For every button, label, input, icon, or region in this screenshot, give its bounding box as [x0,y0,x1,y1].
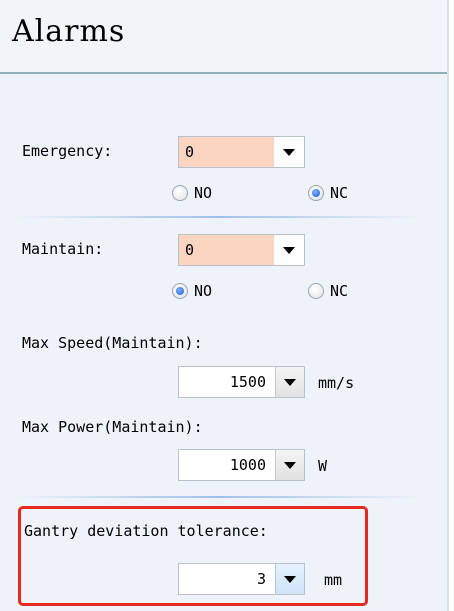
radio-icon[interactable] [172,185,188,201]
divider [12,496,422,498]
gantry-unit: mm [324,571,343,589]
emergency-radio-nc[interactable]: NC [308,184,348,202]
chevron-down-icon[interactable] [274,137,304,167]
maintain-label: Maintain: [22,240,104,258]
panel-header: Alarms [0,0,447,74]
radio-selected-icon[interactable] [172,283,188,299]
radio-selected-icon[interactable] [308,185,324,201]
emergency-radio-no-label: NO [194,184,213,202]
gantry-combo[interactable]: 3 [178,563,305,595]
divider [12,216,422,218]
maintain-select[interactable]: 0 [178,234,305,266]
chevron-down-icon[interactable] [275,367,304,397]
max-power-label: Max Power(Maintain): [22,418,203,436]
alarms-panel: Alarms Emergency: 0 NO NC Maintain: 0 NO… [0,0,449,611]
max-power-value: 1000 [229,456,266,474]
chevron-down-icon[interactable] [275,564,304,594]
maintain-radio-nc[interactable]: NC [308,282,348,300]
max-speed-combo[interactable]: 1500 [178,366,305,398]
max-power-unit: W [318,457,328,475]
max-power-combo[interactable]: 1000 [178,449,305,481]
emergency-radio-nc-label: NC [330,184,349,202]
radio-icon[interactable] [308,283,324,299]
emergency-radio-no[interactable]: NO [172,184,212,202]
emergency-value: 0 [179,137,274,167]
gantry-label: Gantry deviation tolerance: [24,522,268,540]
emergency-label: Emergency: [22,142,113,160]
maintain-radio-nc-label: NC [330,282,349,300]
maintain-value: 0 [179,235,274,265]
maintain-radio-no[interactable]: NO [172,282,212,300]
max-speed-value: 1500 [229,373,266,391]
page-title: Alarms [12,14,126,49]
max-speed-unit: mm/s [318,374,355,392]
chevron-down-icon[interactable] [274,235,304,265]
gantry-value: 3 [256,570,266,588]
emergency-select[interactable]: 0 [178,136,305,168]
chevron-down-icon[interactable] [275,450,304,480]
maintain-radio-no-label: NO [194,282,213,300]
max-speed-label: Max Speed(Maintain): [22,334,203,352]
